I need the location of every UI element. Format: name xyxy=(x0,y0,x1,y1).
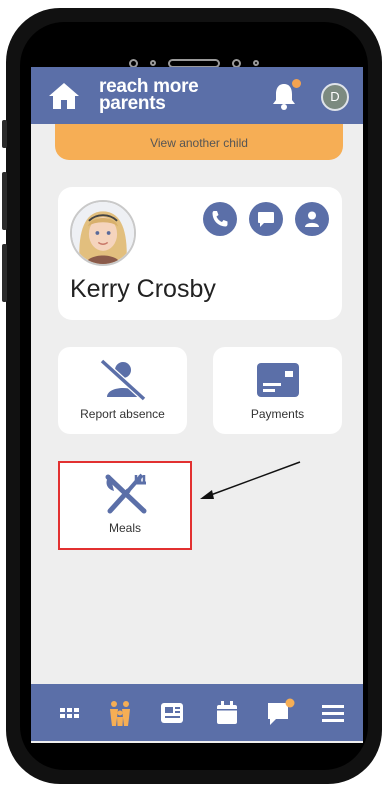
fork-knife-icon xyxy=(105,473,147,514)
phone-side-button xyxy=(2,244,7,302)
sensor-dot xyxy=(253,60,259,66)
brand-line-2: parents xyxy=(99,93,166,114)
phone-button[interactable] xyxy=(203,202,237,236)
chat-icon[interactable] xyxy=(265,698,295,728)
payments-tile[interactable]: Payments xyxy=(213,347,342,434)
calendar-icon[interactable] xyxy=(212,698,242,728)
apps-grid-icon[interactable] xyxy=(55,698,85,728)
payments-label: Payments xyxy=(250,407,305,421)
child-name: Kerry Crosby xyxy=(70,275,216,303)
annotation-arrow xyxy=(200,461,301,499)
brand-logo: reach more parents xyxy=(99,77,199,114)
child-avatar xyxy=(70,200,136,266)
newspaper-icon[interactable] xyxy=(157,698,187,728)
meals-label: Meals xyxy=(108,521,141,535)
phone-side-button xyxy=(2,120,7,148)
meals-tile[interactable]: Meals xyxy=(58,461,192,550)
app-header: reach more parents D xyxy=(31,67,363,124)
family-icon[interactable] xyxy=(105,698,135,728)
phone-icon xyxy=(212,211,228,227)
report-absence-tile[interactable]: Report absence xyxy=(58,347,187,434)
app-screen: reach more parents D View another child xyxy=(31,67,363,743)
user-avatar[interactable]: D xyxy=(321,83,349,111)
payment-card-icon xyxy=(256,363,299,397)
view-another-child-button[interactable]: View another child xyxy=(55,124,343,160)
message-button[interactable] xyxy=(249,202,283,236)
notification-badge xyxy=(292,79,301,88)
person-off-icon xyxy=(99,358,146,402)
child-card: Kerry Crosby xyxy=(58,187,342,320)
report-absence-label: Report absence xyxy=(80,407,165,421)
bottom-nav xyxy=(31,684,363,741)
home-icon[interactable] xyxy=(47,81,81,111)
message-icon xyxy=(258,212,274,227)
phone-side-button xyxy=(2,172,7,230)
menu-icon[interactable] xyxy=(318,698,348,728)
profile-icon xyxy=(305,211,319,227)
profile-button[interactable] xyxy=(295,202,329,236)
sensor-dot xyxy=(150,60,156,66)
